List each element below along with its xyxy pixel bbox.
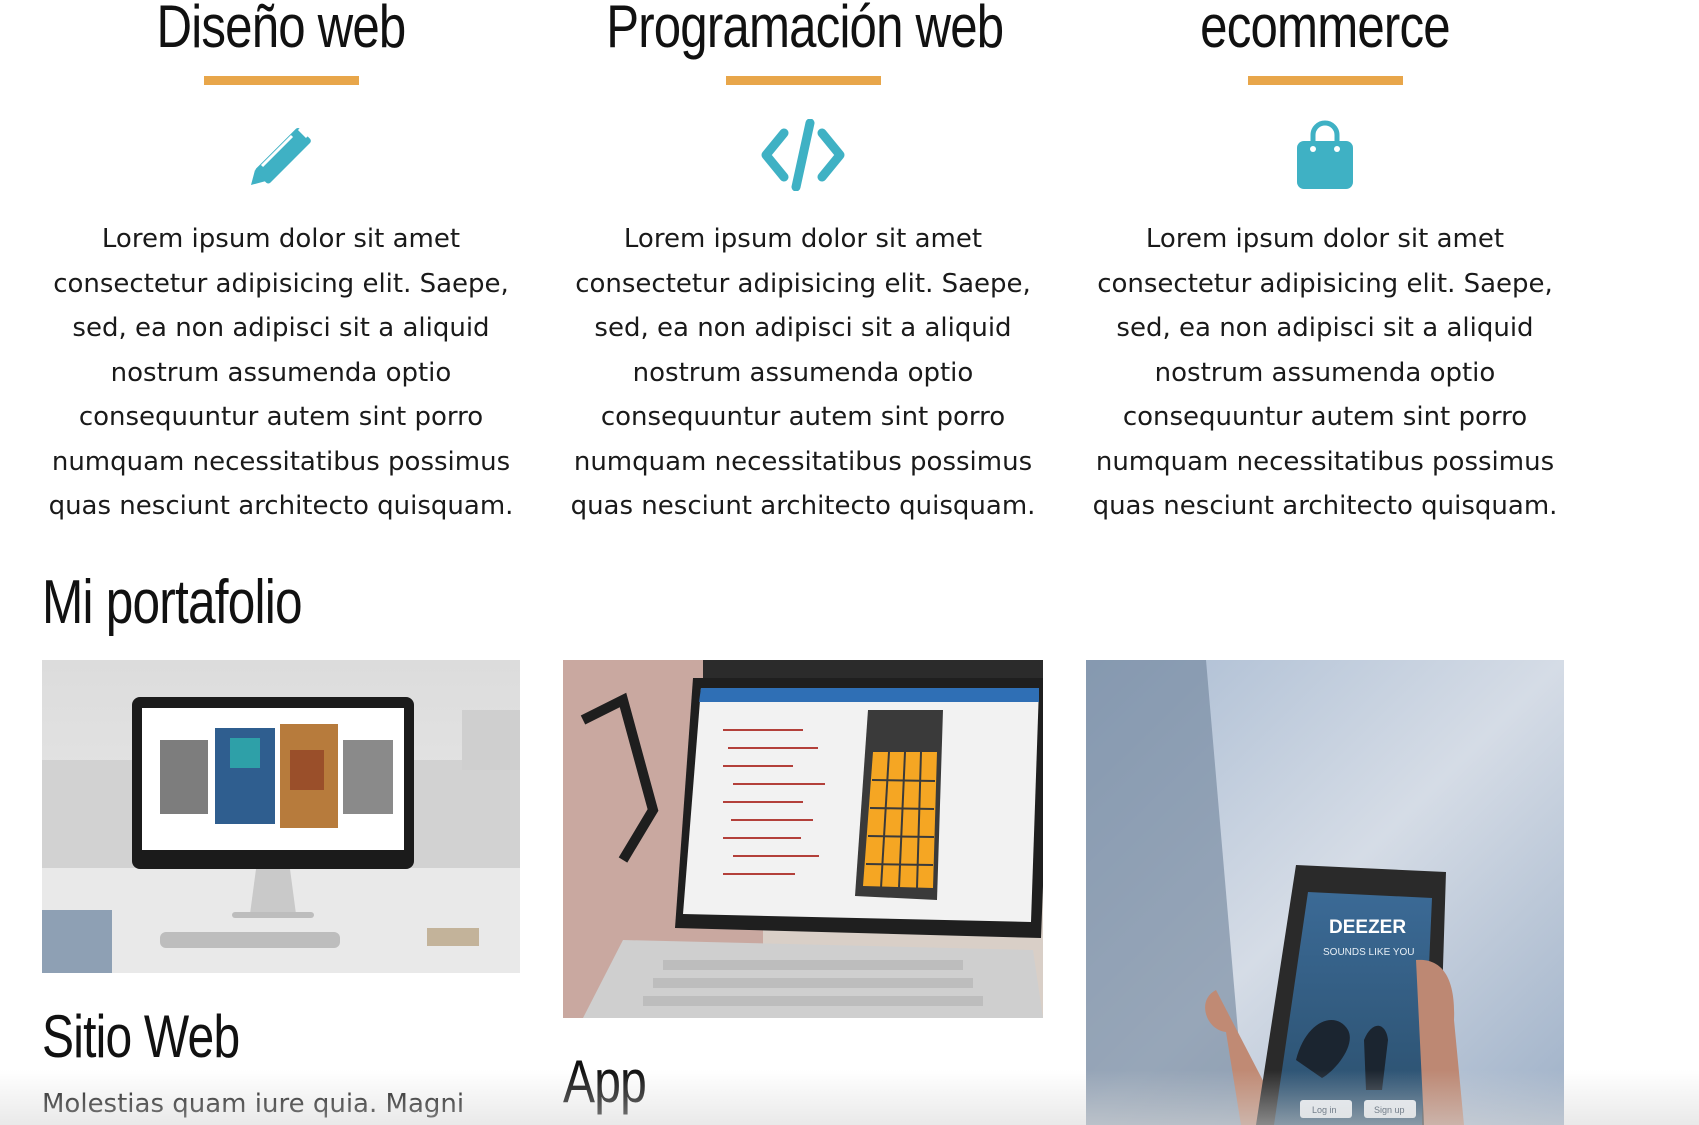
service-title: Diseño web [156,0,407,60]
signup-button-label: Sign up [1374,1105,1405,1115]
login-button-label: Log in [1312,1105,1337,1115]
portfolio-title: Mi portafolio [42,568,303,637]
service-description: Lorem ipsum dolor sit amet consectetur a… [570,224,1036,521]
deezer-logo-text: DEEZER [1329,917,1406,938]
portfolio-image-desktop[interactable] [42,660,520,973]
service-card-ecommerce: ecommerce Lorem ipsum dolor sit amet con… [1085,0,1565,529]
portfolio-card-sitio-web[interactable]: Sitio Web Molestias quam iure quia. Magn… [42,660,520,1125]
title-underline [725,76,881,85]
portfolio-card-mobile[interactable]: DEEZER SOUNDS LIKE YOU Log in Sign up [1086,660,1564,1125]
service-card-programacion-web: Programación web Lorem ipsum dolor sit a… [563,0,1043,529]
shopping-bag-icon [1280,115,1370,195]
service-card-diseno-web: Diseño web Lorem ipsum dolor sit amet co… [41,0,521,529]
service-title: Programación web [606,0,1004,60]
portfolio-item-title[interactable]: Sitio Web [42,1005,240,1069]
services-section: Diseño web Lorem ipsum dolor sit amet co… [0,0,1699,530]
title-underline [203,76,359,85]
code-icon [758,115,848,195]
pencil-icon [236,115,326,195]
service-description: Lorem ipsum dolor sit amet consectetur a… [48,224,514,521]
service-description: Lorem ipsum dolor sit amet consectetur a… [1092,224,1558,521]
portfolio-item-description: Molestias quam iure quia. Magni [42,1089,465,1119]
portfolio-item-title[interactable]: App [563,1050,647,1114]
portfolio-image-phone[interactable]: DEEZER SOUNDS LIKE YOU Log in Sign up [1086,660,1564,1125]
title-underline [1247,76,1403,85]
portfolio-image-laptop[interactable] [563,660,1043,1018]
service-title: ecommerce [1200,0,1450,60]
deezer-tagline-text: SOUNDS LIKE YOU [1323,947,1415,958]
portfolio-card-app[interactable]: App [563,660,1043,1125]
